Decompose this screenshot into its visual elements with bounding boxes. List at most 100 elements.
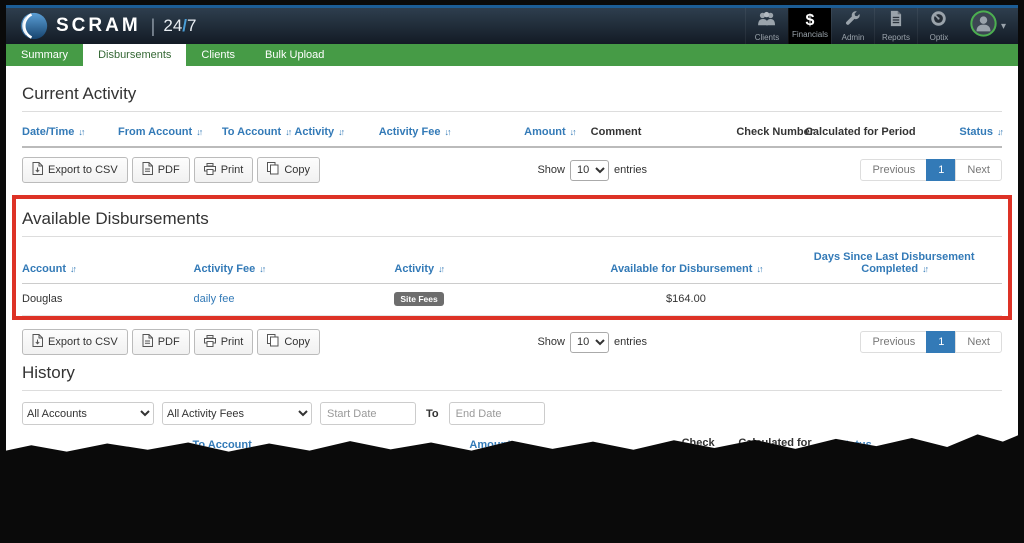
end-date-input[interactable] (449, 402, 545, 425)
nav-financials[interactable]: $ Financials (788, 8, 831, 44)
account-cell: Douglas (22, 293, 194, 305)
sort-icon: ↓↑ (78, 127, 83, 137)
activity-fee-link[interactable]: daily fee (194, 293, 235, 305)
nav-optix-label: Optix (930, 33, 949, 42)
next-button[interactable]: Next (955, 331, 1002, 353)
entries-label: entries (585, 524, 618, 536)
col-activity-fee[interactable]: Activity Fee↓↑ (321, 449, 417, 461)
page-size-select[interactable]: 10 (570, 160, 609, 181)
history-controls: Export to CSV PDF Print Copy (22, 517, 1002, 543)
scram-logo-icon (20, 12, 48, 40)
accounts-filter-select[interactable]: All Accounts (22, 402, 154, 425)
col-status[interactable]: Status↓↑ (944, 126, 1002, 138)
print-button[interactable]: Print (194, 517, 254, 543)
user-menu[interactable]: ▾ (960, 8, 1018, 44)
pdf-button[interactable]: PDF (132, 157, 190, 183)
table-row: Douglas daily fee Site Fees $164.00 (22, 284, 1002, 316)
page-2-button[interactable]: 2 (897, 519, 927, 541)
current-activity-pagination: Previous 1 Next (860, 159, 1002, 181)
tab-bulk-upload[interactable]: Bulk Upload (250, 44, 339, 66)
copy-icon (267, 334, 279, 350)
top-header: SCRAM | 24 / 7 Clients $ Fin (6, 5, 1018, 44)
col-activity[interactable]: Activity↓↑ (394, 263, 585, 275)
col-amount[interactable]: Amount↓↑ (476, 126, 575, 138)
datetime-link[interactable]: 7/6/2021 @ 12:02 PM (22, 476, 129, 488)
col-to-account[interactable]: To Account↓↑ (193, 439, 261, 461)
start-date-input[interactable] (320, 402, 416, 425)
nav-optix[interactable]: Optix (917, 8, 960, 44)
col-activity[interactable]: Activity↓↑ (294, 126, 378, 138)
page-1-button[interactable]: 1 (926, 159, 956, 181)
export-csv-button[interactable]: Export to CSV (22, 157, 128, 183)
col-amount[interactable]: Amount↓↑ (417, 439, 511, 461)
top-nav: Clients $ Financials Admin (745, 8, 1018, 44)
next-button[interactable]: Next (955, 159, 1002, 181)
col-activity[interactable]: Activity↓↑ (260, 449, 321, 461)
export-csv-button[interactable]: Export to CSV (22, 329, 128, 355)
to-account-cell: AMSLive 24x7 (193, 476, 261, 488)
page-size-select[interactable]: 10 (541, 520, 580, 541)
previous-button[interactable]: Previous (860, 159, 927, 181)
tab-clients[interactable]: Clients (186, 44, 250, 66)
tab-summary[interactable]: Summary (6, 44, 83, 66)
col-datetime[interactable]: Date/Time↓↑ (22, 126, 118, 138)
page-3-button[interactable]: 3 (926, 519, 956, 541)
section-tabs: Summary Disbursements Clients Bulk Uploa… (6, 44, 1018, 66)
copy-button[interactable]: Copy (257, 517, 320, 543)
col-check-number: Check Number (736, 126, 805, 138)
print-button[interactable]: Print (194, 157, 254, 183)
sort-icon: ↓↑ (922, 264, 927, 274)
col-available-for-disbursement[interactable]: Available for Disbursement↓↑ (585, 263, 786, 275)
entries-label: entries (614, 164, 647, 176)
col-datetime[interactable]: Date/Time↓↑ (22, 449, 117, 461)
export-csv-button[interactable]: Export to CSV (22, 517, 128, 543)
tab-disbursements[interactable]: Disbursements (83, 44, 186, 66)
current-activity-section: Current Activity Date/Time↓↑ From Accoun… (22, 84, 1002, 183)
wrench-icon (844, 10, 861, 32)
csv-file-icon (32, 334, 43, 350)
col-check-number: Check Number (676, 437, 739, 461)
pdf-button[interactable]: PDF (132, 517, 190, 543)
col-days-since-last-disbursement[interactable]: Days Since Last Disbursement Completed↓↑ (786, 251, 1002, 275)
available-amount-cell: $164.00 (585, 293, 786, 305)
col-activity-fee[interactable]: Activity Fee↓↑ (194, 263, 395, 275)
next-button[interactable]: Next (955, 519, 1002, 541)
print-icon (204, 335, 216, 350)
print-button[interactable]: Print (194, 329, 254, 355)
nav-admin[interactable]: Admin (831, 8, 874, 44)
activity-fees-filter-select[interactable]: All Activity Fees (162, 402, 312, 425)
pdf-button[interactable]: PDF (132, 329, 190, 355)
page-1-button[interactable]: 1 (926, 331, 956, 353)
copy-button[interactable]: Copy (257, 157, 320, 183)
available-disbursements-controls: Export to CSV PDF Print Copy Show (22, 329, 1002, 355)
col-account[interactable]: Account↓↑ (22, 263, 194, 275)
col-from-account[interactable]: From Account↓↑ (117, 449, 192, 461)
main-content: Current Activity Date/Time↓↑ From Accoun… (6, 66, 1018, 543)
nav-clients-label: Clients (755, 33, 779, 42)
nav-reports[interactable]: Reports (874, 8, 917, 44)
copy-button[interactable]: Copy (257, 329, 320, 355)
nav-clients[interactable]: Clients (745, 8, 788, 44)
csv-file-icon (32, 162, 43, 178)
table-row: 7/6/2021 @ 12:02 PM Douglas AMSLive 24x7… (22, 469, 1002, 508)
previous-button[interactable]: Previous (860, 331, 927, 353)
col-user[interactable]: User↓↑ (880, 449, 998, 461)
available-disbursements-title: Available Disbursements (22, 209, 1002, 229)
canceled-status-badge: Canceled (830, 476, 880, 490)
divider (22, 390, 1002, 391)
col-comment: Comment (575, 126, 737, 138)
show-label: Show (508, 524, 536, 536)
sort-icon: ↓↑ (444, 127, 449, 137)
site-fees-badge: Site Fees (260, 476, 309, 490)
page-1-button[interactable]: 1 (868, 519, 898, 541)
col-to-account[interactable]: To Account↓↑ (222, 126, 295, 138)
page-size-select[interactable]: 10 (570, 332, 609, 353)
nav-reports-label: Reports (882, 33, 910, 42)
col-status[interactable]: Status↓↑ (829, 439, 880, 461)
previous-button[interactable]: Previous (802, 519, 869, 541)
col-activity-fee[interactable]: Activity Fee↓↑ (379, 126, 476, 138)
col-from-account[interactable]: From Account↓↑ (118, 126, 222, 138)
col-calculated-for-period: Calculated for Period (738, 437, 829, 461)
to-label: To (426, 408, 439, 420)
sort-icon: ↓↑ (338, 127, 343, 137)
